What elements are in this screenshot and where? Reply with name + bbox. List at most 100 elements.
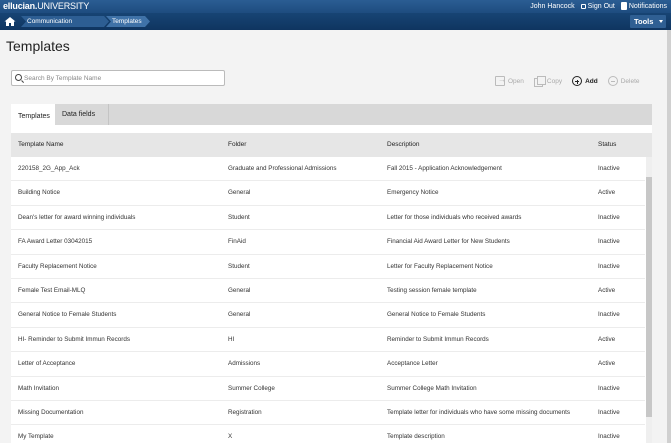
table-row[interactable]: Math Invitation Summer College Summer Coll… [11,377,645,401]
column-template-name[interactable]: Template Name [18,133,218,157]
cell-folder: General [228,189,251,197]
cell-description: Acceptance Letter [387,360,438,368]
logo: ellucian.UNIVERSITY [3,1,89,11]
nav-bar: Communication Management Templates Tools [0,13,671,30]
cell-status: Inactive [598,213,620,221]
cell-status: Inactive [598,384,620,392]
cell-template-name: FA Award Letter 03042015 [18,238,93,246]
cell-folder: FinAid [228,238,246,246]
table-row[interactable]: Dean's letter for award winning individu… [11,206,645,231]
cell-folder: Summer College [228,384,275,392]
cell-folder: General [228,287,251,294]
cell-description: Testing session female template [387,287,477,294]
cell-template-name: Building Notice [18,189,61,197]
breadcrumb-templates[interactable]: Templates [106,16,150,27]
cell-template-name: 220158_2G_App_Ack [18,165,80,172]
cell-status: Inactive [598,165,620,172]
lock-icon [580,3,586,9]
table-row[interactable]: Female Test Email-MLQ General Testing sess… [11,279,645,304]
tab-templates[interactable]: Templates [11,104,55,125]
cell-folder: Graduate and Professional Admissions [228,165,337,172]
copy-button[interactable]: Copy [533,76,563,87]
cell-status: Inactive [598,262,620,270]
cell-status: Active [598,189,616,197]
cell-description: General Notice to Female Students [387,311,486,319]
cell-template-name: Letter of Acceptance [18,360,76,368]
add-button[interactable]: Add [572,76,598,86]
cell-template-name: Dean's letter for award winning individu… [18,213,136,221]
table-row[interactable]: My Template X Template description Inactive [11,425,645,443]
table-row[interactable]: FA Award Letter 03042015 FinAid Financial … [11,230,645,255]
open-icon [495,75,506,86]
cell-description: Summer College Math Invitation [387,384,477,392]
table-row[interactable]: Building Notice General Emergency Notice Ac… [11,181,645,206]
cell-status: Inactive [598,409,620,416]
table-row[interactable]: Faculty Replacement Notice Student Letter … [11,255,645,279]
templates-table: Template Name Folder Description Status … [11,125,652,443]
cell-template-name: Math Invitation [18,384,59,392]
table-row[interactable]: Letter of Acceptance Admissions Acceptance… [11,352,645,377]
cell-template-name: Missing Documentation [18,409,84,416]
notifications-label: Notifications [628,2,667,10]
cell-description: Reminder to Submit Immun Records [387,335,489,343]
copy-label: Copy [546,77,563,85]
open-button[interactable]: Open [495,75,524,86]
search-input[interactable] [24,73,219,84]
sign-out-link[interactable]: Sign Out [580,2,615,10]
column-description[interactable]: Description [387,133,587,157]
notifications-link[interactable]: Notifications [620,2,667,10]
table-row[interactable]: HI- Reminder to Submit Immun Records HI Re… [11,328,645,353]
logo-product: UNIVERSITY [37,1,90,11]
cell-description: Financial Aid Award Letter for New Stude… [387,238,510,246]
column-folder[interactable]: Folder [228,133,378,157]
cell-folder: HI [228,335,235,343]
tools-button[interactable]: Tools [630,15,666,28]
page-title: Templates [6,38,70,54]
window-scrollbar[interactable] [667,30,671,443]
add-label: Add [585,77,598,85]
cell-description: Fall 2015 - Application Acknowledgement [387,165,502,172]
table-row[interactable]: 220158_2G_App_Ack Graduate and Profession… [11,157,645,182]
cell-description: Letter for Faculty Replacement Notice [387,262,493,270]
cell-template-name: HI- Reminder to Submit Immun Records [18,335,130,343]
user-name[interactable]: John Hancock [530,3,574,10]
cell-status: Inactive [598,311,620,319]
cell-status: Active [598,287,616,294]
open-label: Open [508,77,524,85]
delete-label: Delete [620,77,640,85]
cell-folder: General [228,311,251,319]
tab-data-fields[interactable]: Data fields [55,104,109,125]
cell-status: Inactive [598,433,620,441]
notification-icon [620,2,627,10]
sign-out-label: Sign Out [587,2,615,10]
search-icon [15,74,22,81]
cell-template-name: Faculty Replacement Notice [18,262,97,270]
scrollbar-thumb[interactable] [646,177,652,417]
cell-description: Letter for those individuals who receive… [387,213,522,221]
column-status[interactable]: Status [598,133,642,157]
table-row[interactable]: Missing Documentation Registration Templat… [11,401,645,426]
tools-label: Tools [634,17,654,26]
cell-status: Active [598,360,616,368]
table-scrollbar[interactable] [646,157,652,443]
table-row[interactable]: General Notice to Female Students General… [11,303,645,328]
cell-folder: X [228,433,233,441]
search-box [11,70,225,86]
add-icon [572,76,583,86]
cell-template-name: General Notice to Female Students [18,311,117,319]
cell-folder: Admissions [228,360,261,368]
cell-description: Template description [387,433,445,441]
caret-down-icon [659,20,663,23]
top-bar: ellucian.UNIVERSITY John Hancock Sign Ou… [0,0,671,13]
tab-bar: Templates Data fields [11,104,652,125]
cell-template-name: Female Test Email-MLQ [18,287,86,294]
cell-folder: Student [228,262,250,270]
delete-button[interactable]: Delete [607,76,640,86]
cell-status: Inactive [598,238,620,246]
breadcrumb-communication-management[interactable]: Communication Management [21,16,109,27]
cell-template-name: My Template [18,433,54,441]
delete-icon [607,76,618,86]
cell-folder: Student [228,213,250,221]
home-icon[interactable] [3,16,17,27]
copy-icon [533,76,546,87]
